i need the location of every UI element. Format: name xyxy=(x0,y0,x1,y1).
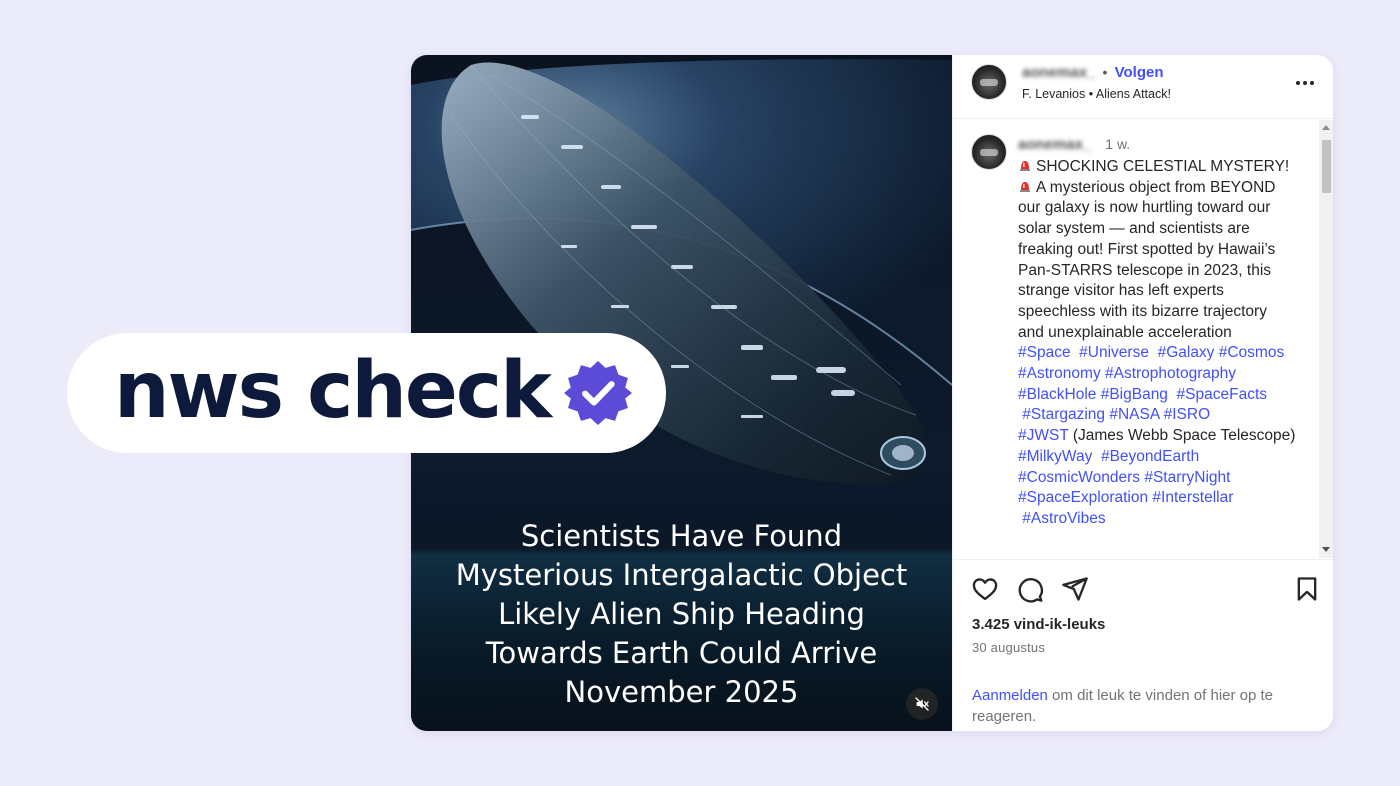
post-date[interactable]: 30 augustus xyxy=(972,640,1045,655)
audio-title: Aliens Attack! xyxy=(1095,87,1171,101)
more-options-button[interactable] xyxy=(1293,73,1317,93)
audio-info[interactable]: F. Levanios • Aliens Attack! xyxy=(1022,87,1171,101)
hashtag-line[interactable]: #BlackHole #BigBang #SpaceFacts xyxy=(1018,385,1308,406)
comment-line: our galaxy is now hurtling toward our xyxy=(1018,199,1271,217)
comment-bubble-icon[interactable] xyxy=(1016,575,1044,603)
comment-meta: aonemax_ 1 w. xyxy=(1018,136,1130,153)
comment-line: Pan-STARRS telescope in 2023, this xyxy=(1018,261,1272,279)
siren-icon xyxy=(1020,181,1030,192)
video-caption: Scientists Have Found Mysterious Interga… xyxy=(411,517,952,712)
comment-line: solar system — and scientists are xyxy=(1018,220,1250,238)
hashtag-line: #JWST (James Webb Space Telescope) xyxy=(1018,426,1308,447)
avatar[interactable] xyxy=(971,134,1007,170)
comment-line: SHOCKING CELESTIAL MYSTERY! xyxy=(1018,157,1308,178)
nws-check-badge: nws check xyxy=(67,333,666,453)
post-actions: 3.425 vind-ik-leuks 30 augustus Aanmelde… xyxy=(953,559,1333,731)
header-user-line: aonemax_ • Volgen xyxy=(1022,64,1164,81)
caption-line: Likely Alien Ship Heading xyxy=(498,597,865,631)
scroll-down-arrow[interactable] xyxy=(1322,547,1330,552)
heart-icon[interactable] xyxy=(971,575,999,603)
caption-line: Scientists Have Found xyxy=(520,519,843,553)
login-prompt: Aanmelden om dit leuk te vinden of hier … xyxy=(972,685,1312,727)
comment-line: and unexplainable acceleration xyxy=(1018,323,1232,341)
scroll-up-arrow[interactable] xyxy=(1322,125,1330,130)
post-header: aonemax_ • Volgen F. Levanios • Aliens A… xyxy=(953,55,1333,119)
scroll-thumb[interactable] xyxy=(1322,140,1331,193)
hashtag-line[interactable]: #SpaceExploration #Interstellar xyxy=(1018,488,1308,509)
bookmark-icon[interactable] xyxy=(1293,575,1321,603)
verified-badge-icon xyxy=(564,361,632,425)
caption-line: Towards Earth Could Arrive xyxy=(485,636,878,670)
jwst-description: (James Webb Space Telescope) xyxy=(1068,427,1296,445)
comment-time[interactable]: 1 w. xyxy=(1105,136,1130,152)
audio-artist: F. Levanios xyxy=(1022,87,1086,101)
comment-line: A mysterious object from BEYOND xyxy=(1018,178,1308,199)
likes-count[interactable]: 3.425 vind-ik-leuks xyxy=(972,616,1105,633)
more-options-icon xyxy=(1296,81,1314,85)
comment-line: strange visitor has left experts xyxy=(1018,282,1224,300)
comment-line: freaking out! First spotted by Hawaii’s xyxy=(1018,240,1276,258)
hashtag-line[interactable]: #CosmicWonders #StarryNight xyxy=(1018,468,1308,489)
muted-speaker-icon xyxy=(915,697,929,711)
siren-icon xyxy=(1020,161,1030,171)
hashtag-line[interactable]: #Stargazing #NASA #ISRO xyxy=(1018,405,1308,426)
mute-button[interactable] xyxy=(906,688,938,720)
badge-label: nws check xyxy=(114,346,552,436)
share-plane-icon[interactable] xyxy=(1061,575,1089,603)
username[interactable]: aonemax_ xyxy=(1022,64,1095,81)
hashtag-line[interactable]: #AstroVibes xyxy=(1018,509,1308,530)
login-link[interactable]: Aanmelden xyxy=(972,687,1048,704)
hashtag-line[interactable]: #Astronomy #Astrophotography xyxy=(1018,364,1308,385)
avatar[interactable] xyxy=(971,64,1007,100)
audio-separator: • xyxy=(1088,87,1094,101)
separator: • xyxy=(1102,64,1108,80)
comment-line: speechless with its bizarre trajectory xyxy=(1018,302,1267,320)
follow-button[interactable]: Volgen xyxy=(1115,64,1164,81)
post-side-panel: aonemax_ • Volgen F. Levanios • Aliens A… xyxy=(952,55,1333,731)
caption-line: November 2025 xyxy=(564,675,799,709)
comments-section[interactable]: aonemax_ 1 w. SHOCKING CELESTIAL MYSTERY… xyxy=(953,120,1333,558)
comments-scrollbar[interactable] xyxy=(1319,120,1333,558)
hashtag-line[interactable]: #MilkyWay #BeyondEarth xyxy=(1018,447,1308,468)
comment-text: SHOCKING CELESTIAL MYSTERY! A mysterious… xyxy=(1018,157,1308,530)
caption-line: Mysterious Intergalactic Object xyxy=(455,558,908,592)
hashtag-jwst[interactable]: #JWST xyxy=(1018,427,1069,444)
hashtag-line[interactable]: #Space #Universe #Galaxy #Cosmos xyxy=(1018,343,1308,364)
comment-username[interactable]: aonemax_ xyxy=(1018,136,1091,153)
